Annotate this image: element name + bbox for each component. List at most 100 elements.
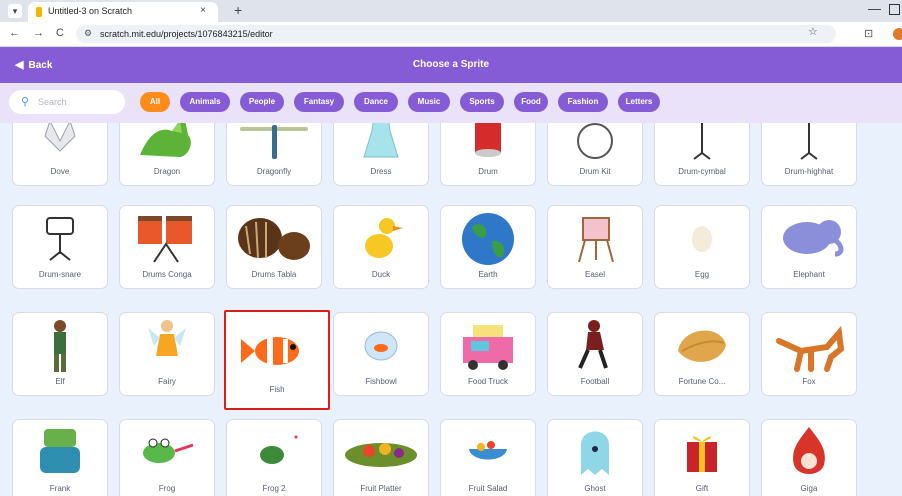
filter-fantasy[interactable]: Fantasy — [294, 92, 344, 112]
filter-food[interactable]: Food — [514, 92, 548, 112]
sprite-label: Elf — [55, 377, 65, 386]
elephant-icon — [762, 214, 856, 264]
sprite-dove[interactable]: Dove — [12, 123, 108, 186]
dress-icon — [334, 123, 428, 161]
sprite-label: Frog 2 — [262, 484, 286, 493]
sprite-dragon[interactable]: Dragon — [119, 123, 215, 186]
drum-kit-icon — [548, 123, 642, 161]
sprite-elf[interactable]: Elf — [12, 312, 108, 396]
sprite-fortune-cookie[interactable]: Fortune Co... — [654, 312, 750, 396]
sprite-label: Fish — [269, 385, 285, 394]
sprite-drum-cymbal[interactable]: Drum-cymbal — [654, 123, 750, 186]
filter-sports[interactable]: Sports — [460, 92, 504, 112]
sprite-label: Gift — [695, 484, 709, 493]
fish-icon — [226, 326, 328, 376]
sprite-frank[interactable]: Frank — [12, 419, 108, 496]
gift-icon — [655, 428, 749, 478]
sprite-label: Drums Conga — [142, 270, 192, 279]
sprite-easel[interactable]: Easel — [547, 205, 643, 289]
back-nav-icon[interactable]: ← — [9, 27, 20, 39]
sprite-label: Dove — [50, 167, 70, 176]
football-icon — [548, 320, 642, 371]
filter-all[interactable]: All — [140, 92, 170, 112]
dove-icon — [13, 123, 107, 161]
sprite-fish[interactable]: Fish — [224, 310, 330, 410]
sprite-fox[interactable]: Fox — [761, 312, 857, 396]
sprite-fishbowl[interactable]: Fishbowl — [333, 312, 429, 396]
sprite-label: Dragonfly — [256, 167, 292, 176]
bookmark-star-icon[interactable]: ☆ — [808, 25, 818, 38]
filter-music[interactable]: Music — [408, 92, 450, 112]
sprite-giga[interactable]: Giga — [761, 419, 857, 496]
sprite-frog-2[interactable]: Frog 2 — [226, 419, 322, 496]
sprite-label: Drum-cymbal — [678, 167, 726, 176]
sprite-fruit-salad[interactable]: Fruit Salad — [440, 419, 536, 496]
filter-people[interactable]: People — [240, 92, 284, 112]
easel-icon — [548, 214, 642, 264]
scratch-favicon-icon — [36, 7, 42, 17]
sprite-label: Dragon — [153, 167, 181, 176]
drums-tabla-icon — [227, 214, 321, 264]
sprite-drum-highhat[interactable]: Drum-highhat — [761, 123, 857, 186]
drum-icon — [441, 123, 535, 161]
filter-letters[interactable]: Letters — [618, 92, 660, 112]
food-truck-icon — [441, 321, 535, 371]
sprite-duck[interactable]: Duck — [333, 205, 429, 289]
tab-close-icon[interactable]: × — [200, 5, 206, 16]
drums-conga-icon — [120, 214, 214, 264]
filter-animals[interactable]: Animals — [180, 92, 230, 112]
sprite-fruit-platter[interactable]: Fruit Platter — [333, 419, 429, 496]
sprite-grid: Dove Dragon Dragonfly Dress Drum Drum Ki… — [0, 123, 902, 496]
dragon-icon — [120, 123, 214, 161]
sprite-drum-snare[interactable]: Drum-snare — [12, 205, 108, 289]
sprite-label: Egg — [694, 270, 710, 279]
sprite-dragonfly[interactable]: Dragonfly — [226, 123, 322, 186]
sprite-label: Drum-highhat — [784, 167, 834, 176]
sprite-frog[interactable]: Frog — [119, 419, 215, 496]
sprite-label: Drum Kit — [579, 167, 611, 176]
duck-icon — [334, 214, 428, 264]
sprite-drums-conga[interactable]: Drums Conga — [119, 205, 215, 289]
sprite-label: Drum-snare — [38, 270, 82, 279]
filter-bar: ⚲ Search All Animals People Fantasy Danc… — [0, 83, 902, 123]
sprite-label: Fortune Co... — [678, 377, 726, 386]
frog-2-icon — [227, 428, 321, 478]
filter-dance[interactable]: Dance — [354, 92, 398, 112]
sprite-football[interactable]: Football — [547, 312, 643, 396]
sprite-earth[interactable]: Earth — [440, 205, 536, 289]
browser-tab[interactable]: Untitled-3 on Scratch × — [28, 2, 218, 22]
sprite-elephant[interactable]: Elephant — [761, 205, 857, 289]
sprite-food-truck[interactable]: Food Truck — [440, 312, 536, 396]
window-maximize-icon[interactable] — [889, 4, 900, 15]
sprite-egg[interactable]: Egg — [654, 205, 750, 289]
site-info-icon[interactable]: ⚙ — [84, 28, 92, 39]
sprite-dress[interactable]: Dress — [333, 123, 429, 186]
filter-fashion[interactable]: Fashion — [558, 92, 608, 112]
fruit-platter-icon — [334, 428, 428, 478]
tab-search-chevron-icon[interactable]: ▾ — [8, 4, 22, 18]
profile-avatar[interactable] — [893, 28, 902, 40]
sprite-drum-kit[interactable]: Drum Kit — [547, 123, 643, 186]
extensions-icon[interactable]: ⊡ — [864, 27, 873, 40]
sprite-drums-tabla[interactable]: Drums Tabla — [226, 205, 322, 289]
search-placeholder: Search — [38, 97, 67, 107]
new-tab-icon[interactable]: + — [234, 2, 242, 18]
search-input[interactable]: ⚲ Search — [9, 90, 125, 114]
sprite-drum[interactable]: Drum — [440, 123, 536, 186]
forward-nav-icon[interactable]: → — [33, 27, 44, 39]
omnibox[interactable]: ⚙ scratch.mit.edu/projects/1076843215/ed… — [76, 25, 836, 43]
browser-tab-bar: ▾ Untitled-3 on Scratch × + — — [0, 0, 902, 22]
sprite-ghost[interactable]: Ghost — [547, 419, 643, 496]
sprite-fairy[interactable]: Fairy — [119, 312, 215, 396]
window-minimize-icon[interactable]: — — [868, 1, 881, 16]
sprite-label: Giga — [800, 484, 818, 493]
fairy-icon — [120, 320, 214, 371]
sprite-gift[interactable]: Gift — [654, 419, 750, 496]
sprite-library-header: ◀ Back Choose a Sprite — [0, 47, 902, 83]
sprite-label: Frank — [49, 484, 71, 493]
fortune-cookie-icon — [655, 321, 749, 371]
sprite-label: Earth — [478, 270, 498, 279]
reload-icon[interactable]: C — [56, 27, 64, 39]
dragonfly-icon — [227, 123, 321, 161]
frog-icon — [120, 428, 214, 478]
